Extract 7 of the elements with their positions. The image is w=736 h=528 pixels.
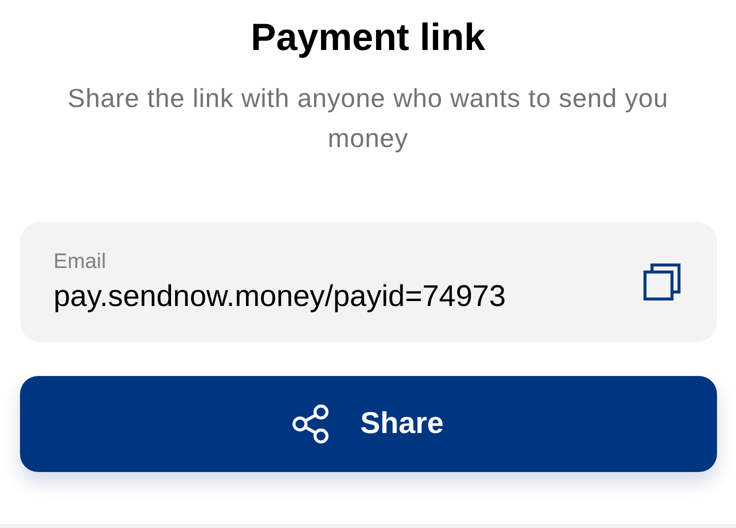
share-button[interactable]: Share (20, 376, 716, 472)
link-field[interactable]: pay.sendnow.money/payid=74973 (54, 280, 614, 314)
share-icon (292, 404, 330, 444)
page-title: Payment link (250, 16, 486, 61)
copy-icon[interactable] (642, 263, 680, 301)
field-label: Email (54, 250, 106, 274)
subtitle: Share the link with anyone who wants to send you money (66, 82, 670, 155)
